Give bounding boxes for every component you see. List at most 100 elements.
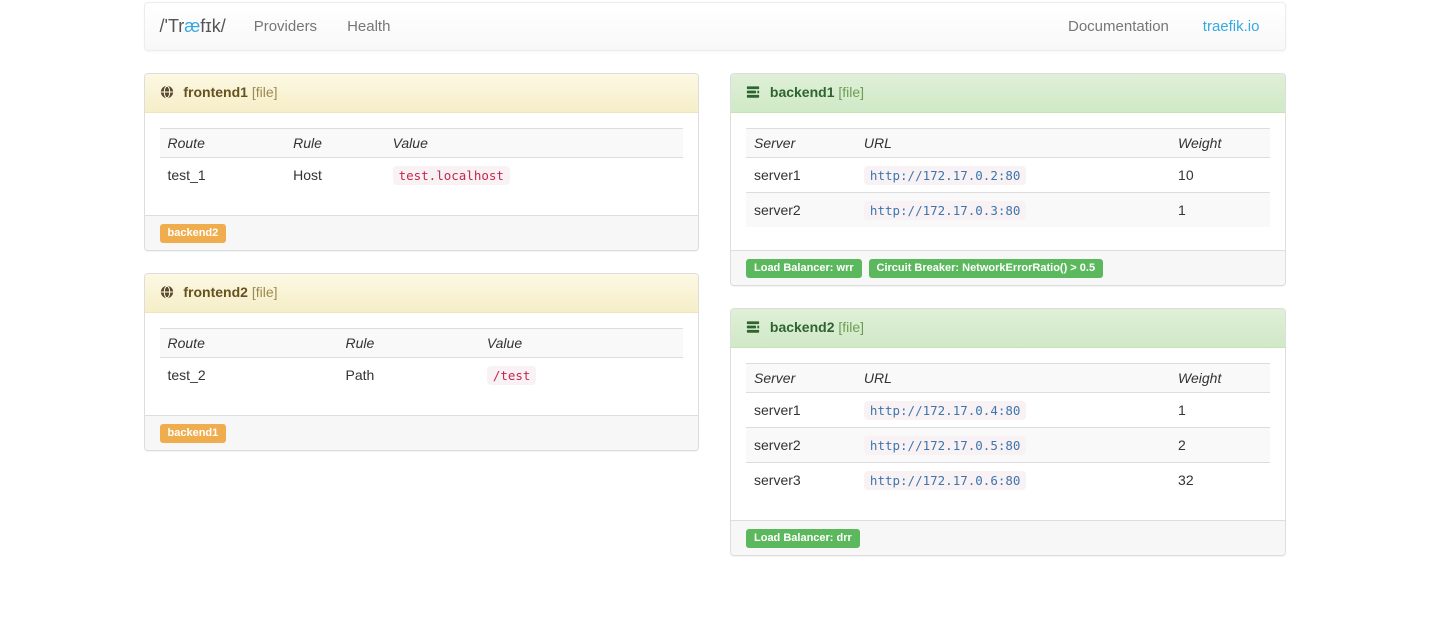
globe-icon xyxy=(160,286,178,302)
backend2-panel-body: Server URL Weight server1 http://172.17.… xyxy=(731,348,1285,520)
brand-highlight: æ xyxy=(184,16,200,36)
load-balancer-badge: Load Balancer: wrr xyxy=(746,259,862,278)
frontend2-panel: frontend2 [file] Route Rule Value xyxy=(144,273,700,451)
server-url-code: http://172.17.0.5:80 xyxy=(864,436,1027,455)
column-header-rule: Rule xyxy=(285,129,384,158)
provider-tag: [file] xyxy=(838,319,864,335)
frontend2-panel-body: Route Rule Value test_2 Path /test xyxy=(145,313,699,415)
panel-title: backend2 xyxy=(770,319,835,335)
backend2-servers-table: Server URL Weight server1 http://172.17.… xyxy=(746,363,1270,497)
panel-title: frontend1 xyxy=(183,84,248,100)
backend2-panel-footer: Load Balancer: drr xyxy=(731,520,1285,555)
url-cell: http://172.17.0.2:80 xyxy=(856,158,1170,193)
route-cell: test_1 xyxy=(160,158,286,193)
provider-tag: [file] xyxy=(252,84,278,100)
server-cell: server2 xyxy=(746,428,856,463)
url-cell: http://172.17.0.3:80 xyxy=(856,193,1170,228)
weight-cell: 2 xyxy=(1170,428,1269,463)
column-header-server: Server xyxy=(746,364,856,393)
backend1-panel-footer: Load Balancer: wrr Circuit Breaker: Netw… xyxy=(731,250,1285,285)
backend1-panel-heading: backend1 [file] xyxy=(731,74,1285,113)
backend1-panel: backend1 [file] Server URL Weight xyxy=(730,73,1286,286)
frontend1-panel-heading: frontend1 [file] xyxy=(145,74,699,113)
server-cell: server1 xyxy=(746,158,856,193)
backend1-servers-table: Server URL Weight server1 http://172.17.… xyxy=(746,128,1270,227)
column-header-route: Route xyxy=(160,129,286,158)
rule-value-code: /test xyxy=(487,366,537,385)
frontend1-panel: frontend1 [file] Route Rule Value xyxy=(144,73,700,251)
server-stack-icon xyxy=(746,86,764,102)
server-cell: server1 xyxy=(746,393,856,428)
url-cell: http://172.17.0.6:80 xyxy=(856,463,1170,498)
backend-badge: backend2 xyxy=(160,224,227,243)
globe-icon xyxy=(160,86,178,102)
backend-badge: backend1 xyxy=(160,424,227,443)
nav-item-traefik-io[interactable]: traefik.io xyxy=(1188,3,1275,50)
weight-cell: 10 xyxy=(1170,158,1269,193)
frontend1-panel-footer: backend2 xyxy=(145,215,699,250)
table-row: server3 http://172.17.0.6:80 32 xyxy=(746,463,1270,498)
nav-item-documentation[interactable]: Documentation xyxy=(1053,3,1184,50)
frontend2-routes-table: Route Rule Value test_2 Path /test xyxy=(160,328,684,392)
server-cell: server3 xyxy=(746,463,856,498)
backend2-panel: backend2 [file] Server URL Weight xyxy=(730,308,1286,556)
table-row: server1 http://172.17.0.4:80 1 xyxy=(746,393,1270,428)
traefik-logo[interactable]: /'Træfɪk/ xyxy=(145,16,239,37)
column-header-server: Server xyxy=(746,129,856,158)
server-stack-icon xyxy=(746,321,764,337)
table-header-row: Server URL Weight xyxy=(746,129,1270,158)
page-container: /'Træfɪk/ Providers Health Documentation… xyxy=(144,2,1286,556)
backends-column: backend1 [file] Server URL Weight xyxy=(730,73,1286,556)
table-row: server2 http://172.17.0.3:80 1 xyxy=(746,193,1270,228)
rule-cell: Host xyxy=(285,158,384,193)
table-row: test_1 Host test.localhost xyxy=(160,158,684,193)
backend1-panel-body: Server URL Weight server1 http://172.17.… xyxy=(731,113,1285,250)
column-header-route: Route xyxy=(160,329,338,358)
column-header-url: URL xyxy=(856,364,1170,393)
table-row: test_2 Path /test xyxy=(160,358,684,393)
url-cell: http://172.17.0.4:80 xyxy=(856,393,1170,428)
server-url-code: http://172.17.0.2:80 xyxy=(864,166,1027,185)
column-header-weight: Weight xyxy=(1170,364,1269,393)
route-cell: test_2 xyxy=(160,358,338,393)
column-header-value: Value xyxy=(385,129,683,158)
server-url-code: http://172.17.0.3:80 xyxy=(864,201,1027,220)
load-balancer-badge: Load Balancer: drr xyxy=(746,529,860,548)
frontend2-panel-heading: frontend2 [file] xyxy=(145,274,699,313)
top-navbar: /'Træfɪk/ Providers Health Documentation… xyxy=(144,2,1286,51)
circuit-breaker-badge: Circuit Breaker: NetworkErrorRatio() > 0… xyxy=(869,259,1104,278)
table-row: server1 http://172.17.0.2:80 10 xyxy=(746,158,1270,193)
column-header-value: Value xyxy=(479,329,683,358)
weight-cell: 1 xyxy=(1170,193,1269,228)
content-row: frontend1 [file] Route Rule Value xyxy=(144,73,1286,556)
table-header-row: Server URL Weight xyxy=(746,364,1270,393)
frontend1-routes-table: Route Rule Value test_1 Host test.localh… xyxy=(160,128,684,192)
nav-item-providers[interactable]: Providers xyxy=(239,3,332,50)
server-cell: server2 xyxy=(746,193,856,228)
column-header-weight: Weight xyxy=(1170,129,1269,158)
backend2-panel-heading: backend2 [file] xyxy=(731,309,1285,348)
table-header-row: Route Rule Value xyxy=(160,129,684,158)
server-url-code: http://172.17.0.6:80 xyxy=(864,471,1027,490)
url-cell: http://172.17.0.5:80 xyxy=(856,428,1170,463)
brand-prefix: /'Tr xyxy=(160,16,185,36)
weight-cell: 1 xyxy=(1170,393,1269,428)
rule-value-code: test.localhost xyxy=(393,166,510,185)
frontends-column: frontend1 [file] Route Rule Value xyxy=(144,73,700,451)
brand-suffix: fɪk/ xyxy=(200,16,225,36)
column-header-url: URL xyxy=(856,129,1170,158)
panel-title: backend1 xyxy=(770,84,835,100)
provider-tag: [file] xyxy=(252,284,278,300)
provider-tag: [file] xyxy=(838,84,864,100)
column-header-rule: Rule xyxy=(337,329,478,358)
table-header-row: Route Rule Value xyxy=(160,329,684,358)
table-row: server2 http://172.17.0.5:80 2 xyxy=(746,428,1270,463)
frontend1-panel-body: Route Rule Value test_1 Host test.localh… xyxy=(145,113,699,215)
rule-cell: Path xyxy=(337,358,478,393)
value-cell: /test xyxy=(479,358,683,393)
panel-title: frontend2 xyxy=(183,284,248,300)
frontend2-panel-footer: backend1 xyxy=(145,415,699,450)
nav-item-health[interactable]: Health xyxy=(332,3,405,50)
server-url-code: http://172.17.0.4:80 xyxy=(864,401,1027,420)
value-cell: test.localhost xyxy=(385,158,683,193)
